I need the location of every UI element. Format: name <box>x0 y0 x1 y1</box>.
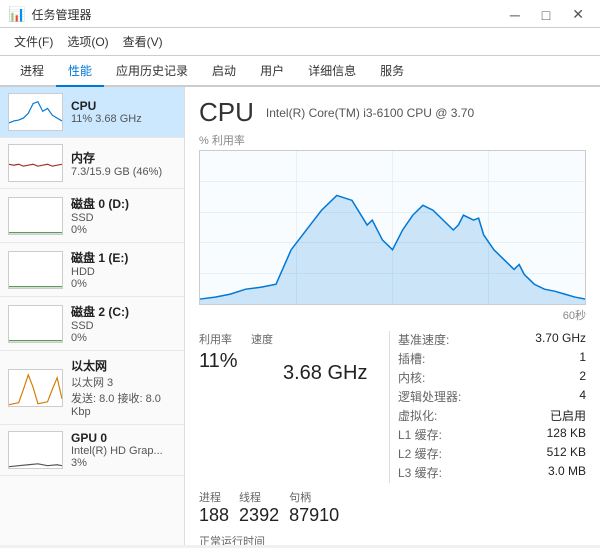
disk2-mini-chart <box>8 305 63 343</box>
minimize-button[interactable]: ─ <box>502 7 528 23</box>
net-mini-chart <box>8 369 63 407</box>
tab-details[interactable]: 详细信息 <box>296 56 368 87</box>
menu-view[interactable]: 查看(V) <box>117 31 169 52</box>
tab-users[interactable]: 用户 <box>248 56 296 87</box>
gpu0-sub2: 3% <box>71 457 176 469</box>
cores-label: 内核: <box>398 369 425 386</box>
disk0-sub2: 0% <box>71 224 176 236</box>
virtualization-value: 已启用 <box>550 407 586 424</box>
handles-value: 87910 <box>289 505 339 527</box>
menu-bar: 文件(F) 选项(O) 查看(V) <box>0 28 600 56</box>
gpu0-title: GPU 0 <box>71 431 176 445</box>
tab-services[interactable]: 服务 <box>368 56 416 87</box>
disk1-mini-chart <box>8 251 63 289</box>
right-title: CPU <box>199 97 254 128</box>
disk2-title: 磁盘 2 (C:) <box>71 303 176 320</box>
disk1-title: 磁盘 1 (E:) <box>71 249 176 266</box>
net-info: 以太网 以太网 3 发送: 8.0 接收: 8.0 Kbp <box>71 357 176 418</box>
right-subtitle: Intel(R) Core(TM) i3-6100 CPU @ 3.70 <box>266 106 474 120</box>
chart-y-label: % 利用率 <box>199 132 586 148</box>
base-speed-value: 3.70 GHz <box>535 331 586 348</box>
disk0-title: 磁盘 0 (D:) <box>71 195 176 212</box>
disk0-sub1: SSD <box>71 212 176 224</box>
mem-info: 内存 7.3/15.9 GB (46%) <box>71 149 176 178</box>
cpu-info: CPU 11% 3.68 GHz <box>71 99 176 125</box>
close-button[interactable]: ✕ <box>564 6 592 23</box>
menu-options[interactable]: 选项(O) <box>61 31 114 52</box>
threads-value: 2392 <box>239 505 279 527</box>
right-header: CPU Intel(R) Core(TM) i3-6100 CPU @ 3.70 <box>199 97 586 128</box>
virtualization-label: 虚拟化: <box>398 407 437 424</box>
sidebar-item-disk1[interactable]: 磁盘 1 (E:) HDD 0% <box>0 243 184 297</box>
threads-label: 线程 <box>239 489 279 505</box>
l2-label: L2 缓存: <box>398 445 442 462</box>
disk1-info: 磁盘 1 (E:) HDD 0% <box>71 249 176 290</box>
utilization-value: 11% <box>199 349 238 373</box>
tab-bar: 进程 性能 应用历史记录 启动 用户 详细信息 服务 <box>0 56 600 87</box>
maximize-button[interactable]: □ <box>534 7 558 23</box>
uptime-label: 正常运行时间 <box>199 533 586 545</box>
sidebar-item-network[interactable]: 以太网 以太网 3 发送: 8.0 接收: 8.0 Kbp <box>0 351 184 425</box>
sidebar-item-cpu[interactable]: CPU 11% 3.68 GHz <box>0 87 184 138</box>
app-title: 任务管理器 <box>31 6 91 23</box>
disk2-info: 磁盘 2 (C:) SSD 0% <box>71 303 176 344</box>
net-sub1: 以太网 3 <box>71 374 176 390</box>
chart-x-label: 60秒 <box>199 307 586 323</box>
l2-value: 512 KB <box>547 445 586 462</box>
sidebar-item-gpu0[interactable]: GPU 0 Intel(R) HD Grap... 3% <box>0 425 184 476</box>
disk0-mini-chart <box>8 197 63 235</box>
tab-startup[interactable]: 启动 <box>200 56 248 87</box>
sockets-label: 插槽: <box>398 350 425 367</box>
disk1-sub1: HDD <box>71 266 176 278</box>
l3-value: 3.0 MB <box>548 464 586 481</box>
utilization-label2: 利用率 <box>199 331 237 347</box>
base-speed-label: 基准速度: <box>398 331 449 348</box>
disk2-sub1: SSD <box>71 320 176 332</box>
left-panel: CPU 11% 3.68 GHz 内存 7.3/15.9 GB (46%) <box>0 87 185 545</box>
disk1-sub2: 0% <box>71 278 176 290</box>
cores-value: 2 <box>579 369 586 386</box>
sockets-value: 1 <box>579 350 586 367</box>
logical-label: 逻辑处理器: <box>398 388 461 405</box>
processes-label: 进程 <box>199 489 229 505</box>
sidebar-item-disk0[interactable]: 磁盘 0 (D:) SSD 0% <box>0 189 184 243</box>
title-bar: 📊 任务管理器 ─ □ ✕ <box>0 0 600 28</box>
tab-performance[interactable]: 性能 <box>56 56 104 87</box>
tab-processes[interactable]: 进程 <box>8 56 56 87</box>
cpu-mini-chart <box>8 93 63 131</box>
disk0-info: 磁盘 0 (D:) SSD 0% <box>71 195 176 236</box>
speed-label4: 速度 <box>251 331 273 347</box>
logical-value: 4 <box>579 388 586 405</box>
l1-value: 128 KB <box>547 426 586 443</box>
gpu0-mini-chart <box>8 431 63 469</box>
right-panel: CPU Intel(R) Core(TM) i3-6100 CPU @ 3.70… <box>185 87 600 545</box>
cpu-title: CPU <box>71 99 176 113</box>
cpu-sub: 11% 3.68 GHz <box>71 113 176 125</box>
handles-label: 句柄 <box>289 489 339 505</box>
mem-sub: 7.3/15.9 GB (46%) <box>71 166 176 178</box>
l3-label: L3 缓存: <box>398 464 442 481</box>
processes-value: 188 <box>199 505 229 527</box>
mem-mini-chart <box>8 144 63 182</box>
speed-value: 3.68 GHz <box>283 361 389 385</box>
sidebar-item-disk2[interactable]: 磁盘 2 (C:) SSD 0% <box>0 297 184 351</box>
l1-label: L1 缓存: <box>398 426 442 443</box>
app-icon: 📊 <box>8 6 25 23</box>
sidebar-item-memory[interactable]: 内存 7.3/15.9 GB (46%) <box>0 138 184 189</box>
net-sub2: 发送: 8.0 接收: 8.0 Kbp <box>71 390 176 418</box>
tab-app-history[interactable]: 应用历史记录 <box>104 56 200 87</box>
disk2-sub2: 0% <box>71 332 176 344</box>
gpu0-sub1: Intel(R) HD Grap... <box>71 445 176 457</box>
cpu-big-chart <box>199 150 586 305</box>
net-title: 以太网 <box>71 357 176 374</box>
gpu0-info: GPU 0 Intel(R) HD Grap... 3% <box>71 431 176 469</box>
main-content: CPU 11% 3.68 GHz 内存 7.3/15.9 GB (46%) <box>0 87 600 545</box>
mem-title: 内存 <box>71 149 176 166</box>
menu-file[interactable]: 文件(F) <box>8 31 59 52</box>
